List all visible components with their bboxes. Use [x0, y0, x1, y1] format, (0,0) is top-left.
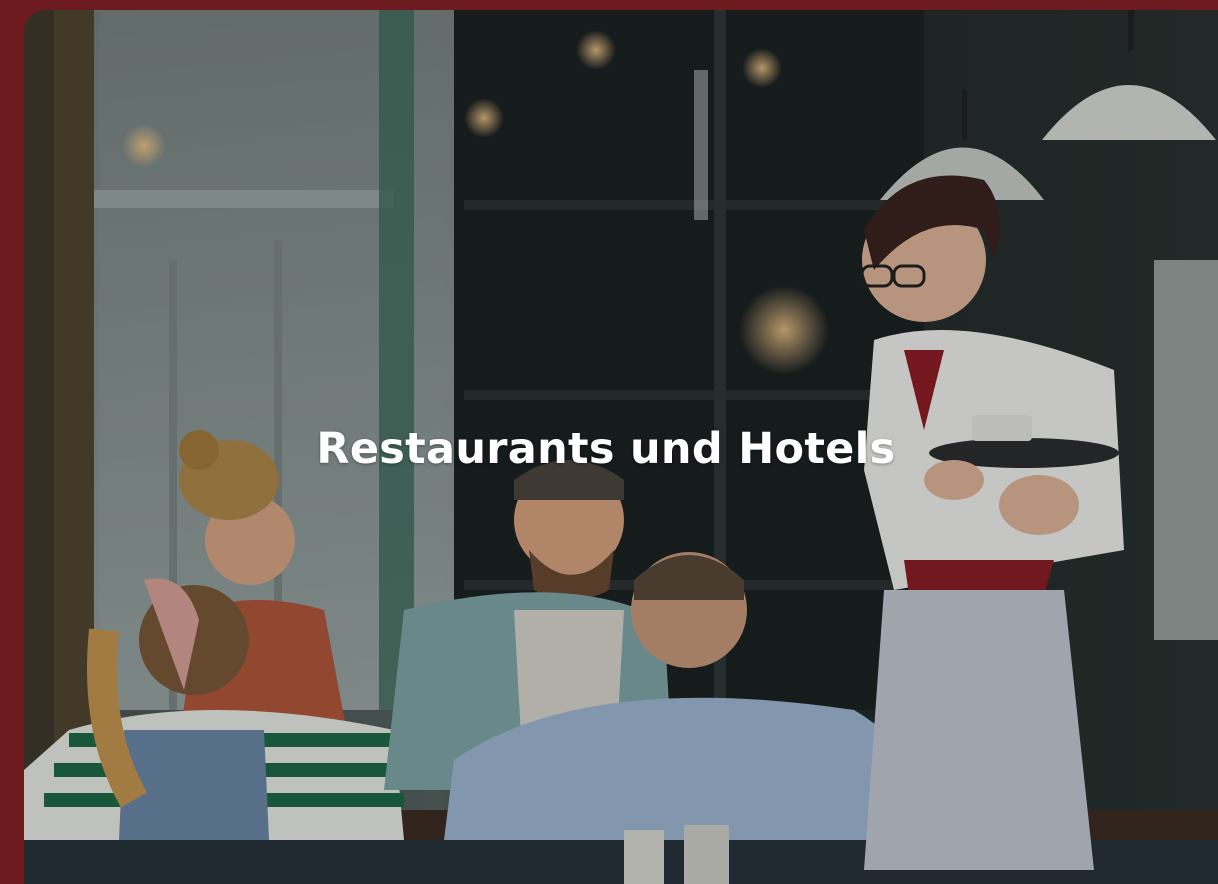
hero-title: Restaurants und Hotels	[316, 424, 896, 474]
hero-card[interactable]: Restaurants und Hotels	[24, 10, 1218, 884]
page-frame: Restaurants und Hotels	[0, 0, 1218, 884]
